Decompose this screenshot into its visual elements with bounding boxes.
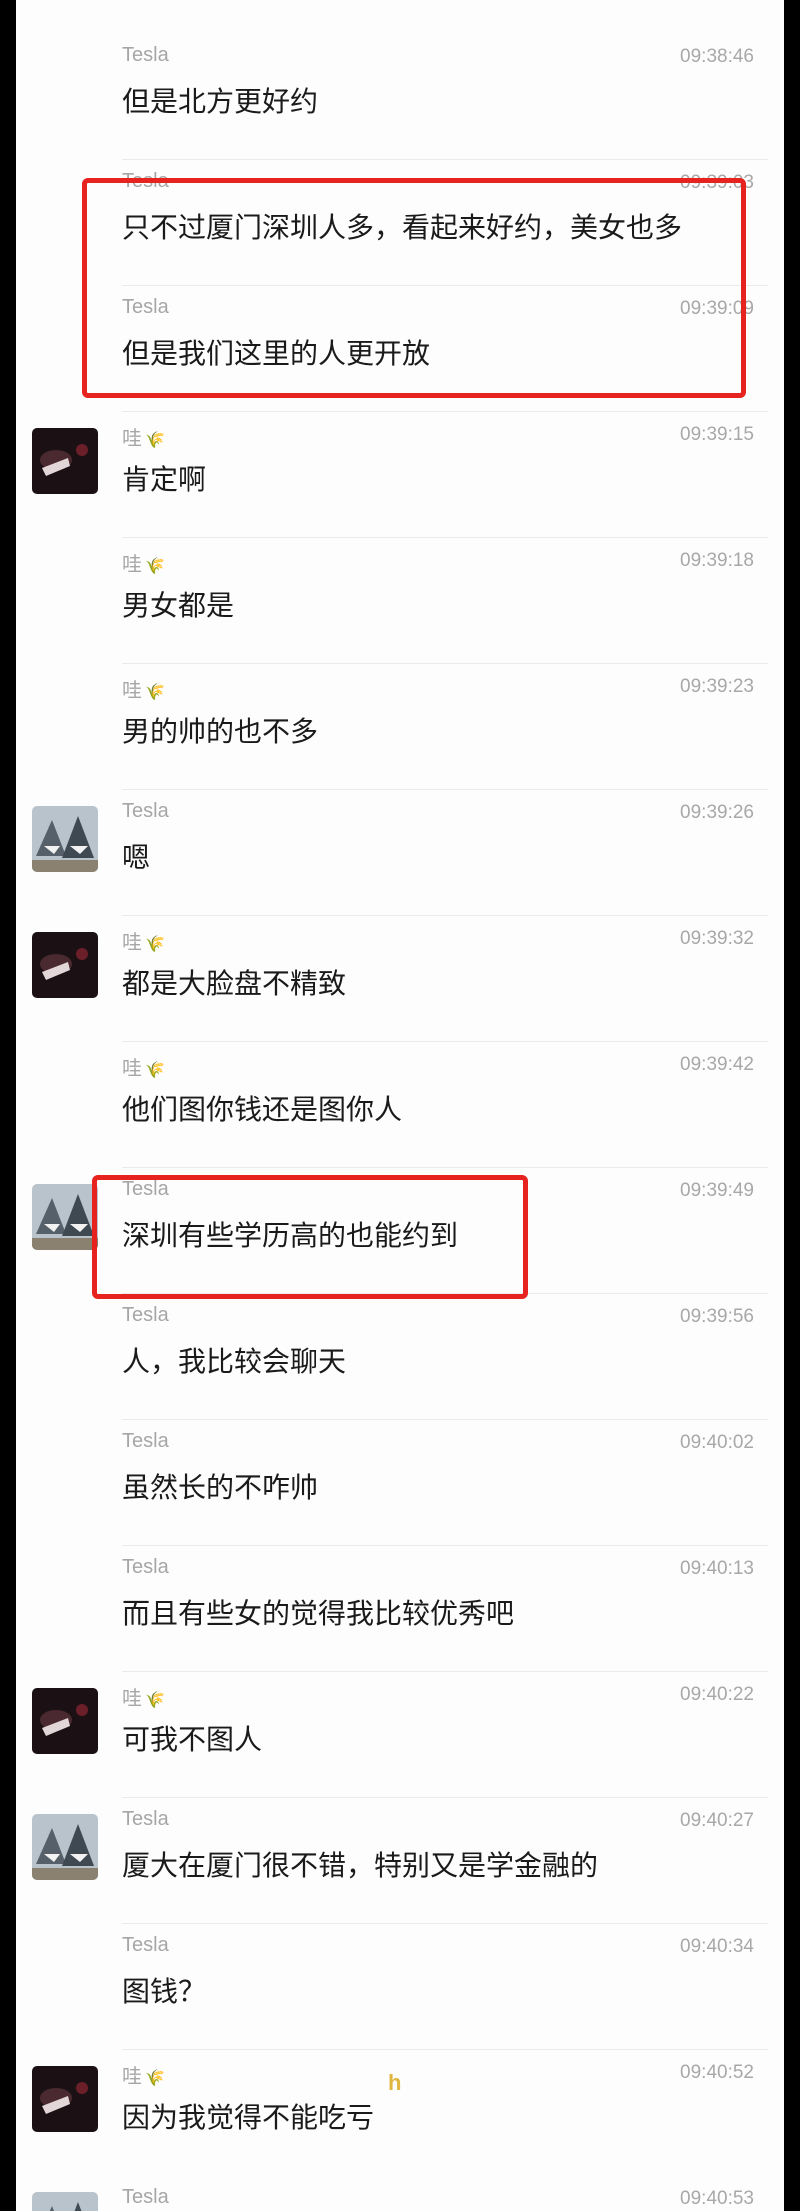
sender-name: 哇 🌾 — [122, 428, 165, 450]
message-time: 09:39:18 — [680, 550, 754, 571]
avatar-shark[interactable] — [32, 2192, 98, 2211]
wheat-emoji-icon: 🌾 — [145, 558, 165, 575]
wheat-emoji-icon: 🌾 — [145, 432, 165, 449]
message-time: 09:39:23 — [680, 676, 754, 697]
avatar-dark[interactable] — [32, 932, 98, 998]
message-time: 09:39:56 — [680, 1306, 754, 1327]
wheat-emoji-icon: 🌾 — [145, 936, 165, 953]
wheat-emoji-icon: 🌾 — [145, 684, 165, 701]
message-text[interactable]: 虽然长的不咋帅 — [122, 1466, 318, 1506]
message-time: 09:39:49 — [680, 1180, 754, 1201]
message-text[interactable]: 他们图你钱还是图你人 — [122, 1088, 402, 1128]
sender-name: Tesla — [122, 296, 169, 318]
sender-name: Tesla — [122, 1430, 169, 1452]
message-time: 09:40:52 — [680, 2062, 754, 2083]
message-row[interactable]: 哇 🌾 09:40:52 因为我觉得不能吃亏 — [16, 2050, 784, 2176]
sender-name: Tesla — [122, 1934, 169, 1956]
message-row[interactable]: 哇 🌾 09:39:23 男的帅的也不多 — [16, 664, 784, 790]
message-time: 09:39:09 — [680, 298, 754, 319]
sender-name: Tesla — [122, 2186, 169, 2208]
message-row[interactable]: Tesla 09:40:13 而且有些女的觉得我比较优秀吧 — [16, 1546, 784, 1672]
message-row[interactable]: Tesla 09:40:34 图钱？ — [16, 1924, 784, 2050]
message-text[interactable]: 因为我觉得不能吃亏 — [122, 2096, 374, 2136]
message-row[interactable]: Tesla 09:38:46 但是北方更好约 — [16, 34, 784, 160]
message-row[interactable]: Tesla 09:40:02 虽然长的不咋帅 — [16, 1420, 784, 1546]
message-row[interactable]: Tesla 09:39:49 深圳有些学历高的也能约到 — [16, 1168, 784, 1294]
sender-name: 哇 🌾 — [122, 554, 165, 576]
message-row[interactable]: 哇 🌾 09:39:15 肯定啊 — [16, 412, 784, 538]
message-text[interactable]: 嗯 — [122, 836, 150, 876]
sender-name: Tesla — [122, 1808, 169, 1830]
sender-name: Tesla — [122, 170, 169, 192]
message-time: 09:40:02 — [680, 1432, 754, 1453]
sender-name: Tesla — [122, 1556, 169, 1578]
message-row[interactable]: Tesla 09:40:53 — [16, 2176, 784, 2211]
message-row[interactable]: Tesla 09:39:09 但是我们这里的人更开放 — [16, 286, 784, 412]
avatar-dark[interactable] — [32, 428, 98, 494]
sender-name: 哇 🌾 — [122, 1688, 165, 1710]
avatar-dark[interactable] — [32, 2066, 98, 2132]
chat-history: Tesla 09:38:46 但是北方更好约 Tesla 09:39:03 只不… — [16, 0, 784, 2211]
message-text[interactable]: 只不过厦门深圳人多，看起来好约，美女也多 — [122, 206, 682, 246]
message-text[interactable]: 男女都是 — [122, 584, 234, 624]
sender-name: 哇 🌾 — [122, 680, 165, 702]
avatar-shark[interactable] — [32, 1184, 98, 1250]
sender-name: Tesla — [122, 1178, 169, 1200]
message-text[interactable]: 而且有些女的觉得我比较优秀吧 — [122, 1592, 514, 1632]
message-text[interactable]: 都是大脸盘不精致 — [122, 962, 346, 1002]
wheat-emoji-icon: 🌾 — [145, 2070, 165, 2087]
wheat-emoji-icon: 🌾 — [145, 1692, 165, 1709]
message-time: 09:40:34 — [680, 1936, 754, 1957]
message-text[interactable]: 人，我比较会聊天 — [122, 1340, 346, 1380]
avatar-dark[interactable] — [32, 1688, 98, 1754]
message-time: 09:39:32 — [680, 928, 754, 949]
message-row[interactable]: Tesla 09:39:03 只不过厦门深圳人多，看起来好约，美女也多 — [16, 160, 784, 286]
watermark-logo: h — [388, 2070, 402, 2095]
message-time: 09:40:13 — [680, 1558, 754, 1579]
message-row[interactable]: Tesla 09:39:26 嗯 — [16, 790, 784, 916]
message-time: 09:39:03 — [680, 172, 754, 193]
sender-name: 哇 🌾 — [122, 1058, 165, 1080]
message-time: 09:38:46 — [680, 46, 754, 67]
message-time: 09:39:42 — [680, 1054, 754, 1075]
message-text[interactable]: 可我不图人 — [122, 1718, 262, 1758]
message-time: 09:39:26 — [680, 802, 754, 823]
sender-name: 哇 🌾 — [122, 932, 165, 954]
message-text[interactable]: 但是北方更好约 — [122, 80, 318, 120]
sender-name: Tesla — [122, 800, 169, 822]
message-row[interactable]: 哇 🌾 09:39:32 都是大脸盘不精致 — [16, 916, 784, 1042]
message-time: 09:39:15 — [680, 424, 754, 445]
avatar-shark[interactable] — [32, 806, 98, 872]
message-row[interactable]: 哇 🌾 09:40:22 可我不图人 — [16, 1672, 784, 1798]
message-text[interactable]: 但是我们这里的人更开放 — [122, 332, 430, 372]
message-row[interactable]: Tesla 09:40:27 厦大在厦门很不错，特别又是学金融的 — [16, 1798, 784, 1924]
wheat-emoji-icon: 🌾 — [145, 1062, 165, 1079]
avatar-shark[interactable] — [32, 1814, 98, 1880]
message-time: 09:40:27 — [680, 1810, 754, 1831]
message-row[interactable]: Tesla 09:39:56 人，我比较会聊天 — [16, 1294, 784, 1420]
message-time: 09:40:22 — [680, 1684, 754, 1705]
message-text[interactable]: 肯定啊 — [122, 458, 206, 498]
message-time: 09:40:53 — [680, 2188, 754, 2209]
sender-name: Tesla — [122, 44, 169, 66]
message-text[interactable]: 深圳有些学历高的也能约到 — [122, 1214, 458, 1254]
sender-name: Tesla — [122, 1304, 169, 1326]
sender-name: 哇 🌾 — [122, 2066, 165, 2088]
message-text[interactable]: 厦大在厦门很不错，特别又是学金融的 — [122, 1844, 598, 1884]
message-text[interactable]: 男的帅的也不多 — [122, 710, 318, 750]
message-row[interactable]: 哇 🌾 09:39:18 男女都是 — [16, 538, 784, 664]
message-row[interactable]: 哇 🌾 09:39:42 他们图你钱还是图你人 — [16, 1042, 784, 1168]
message-text[interactable]: 图钱？ — [122, 1970, 206, 2010]
